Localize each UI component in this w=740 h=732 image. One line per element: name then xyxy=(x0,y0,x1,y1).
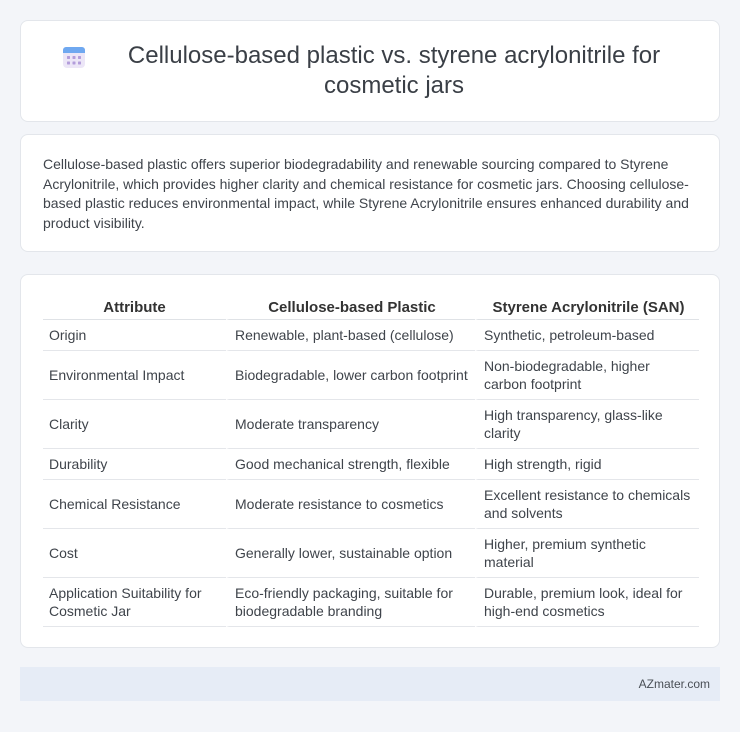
table-row: Origin Renewable, plant-based (cellulose… xyxy=(43,320,699,351)
table-cell: Biodegradable, lower carbon footprint xyxy=(226,351,475,400)
table-row: Cost Generally lower, sustainable option… xyxy=(43,529,699,578)
table-cell: Environmental Impact xyxy=(43,351,226,400)
table-cell: Generally lower, sustainable option xyxy=(226,529,475,578)
table-cell: Non-biodegradable, higher carbon footpri… xyxy=(475,351,699,400)
calendar-grid-icon xyxy=(63,47,85,68)
header-attribute: Attribute xyxy=(43,295,226,320)
table-cell: Origin xyxy=(43,320,226,351)
table-cell: High strength, rigid xyxy=(475,449,699,480)
title-card: Cellulose-based plastic vs. styrene acry… xyxy=(20,20,720,122)
table-cell: Chemical Resistance xyxy=(43,480,226,529)
table-cell: Durability xyxy=(43,449,226,480)
table-cell: Good mechanical strength, flexible xyxy=(226,449,475,480)
footer-bar: AZmater.com xyxy=(20,667,720,701)
table-cell: Application Suitability for Cosmetic Jar xyxy=(43,578,226,627)
table-row: Environmental Impact Biodegradable, lowe… xyxy=(43,351,699,400)
table-cell: Durable, premium look, ideal for high-en… xyxy=(475,578,699,627)
header-san: Styrene Acrylonitrile (SAN) xyxy=(475,295,699,320)
table-cell: Moderate resistance to cosmetics xyxy=(226,480,475,529)
summary-text: Cellulose-based plastic offers superior … xyxy=(43,156,689,231)
table-cell: Cost xyxy=(43,529,226,578)
table-row: Application Suitability for Cosmetic Jar… xyxy=(43,578,699,627)
title-wrap: Cellulose-based plastic vs. styrene acry… xyxy=(21,41,719,101)
table-row: Durability Good mechanical strength, fle… xyxy=(43,449,699,480)
header-cellulose: Cellulose-based Plastic xyxy=(226,295,475,320)
footer-brand: AZmater.com xyxy=(638,677,710,691)
table-cell: Renewable, plant-based (cellulose) xyxy=(226,320,475,351)
comparison-table-card: Attribute Cellulose-based Plastic Styren… xyxy=(20,274,720,648)
table-cell: Higher, premium synthetic material xyxy=(475,529,699,578)
summary-card: Cellulose-based plastic offers superior … xyxy=(20,134,720,252)
table-cell: High transparency, glass-like clarity xyxy=(475,400,699,449)
table-cell: Moderate transparency xyxy=(226,400,475,449)
table-row: Chemical Resistance Moderate resistance … xyxy=(43,480,699,529)
table-cell: Clarity xyxy=(43,400,226,449)
table-cell: Synthetic, petroleum-based xyxy=(475,320,699,351)
table-cell: Eco-friendly packaging, suitable for bio… xyxy=(226,578,475,627)
table-cell: Excellent resistance to chemicals and so… xyxy=(475,480,699,529)
table-row: Clarity Moderate transparency High trans… xyxy=(43,400,699,449)
page-title: Cellulose-based plastic vs. styrene acry… xyxy=(127,42,661,99)
comparison-table: Attribute Cellulose-based Plastic Styren… xyxy=(43,295,699,627)
table-header-row: Attribute Cellulose-based Plastic Styren… xyxy=(43,295,699,320)
